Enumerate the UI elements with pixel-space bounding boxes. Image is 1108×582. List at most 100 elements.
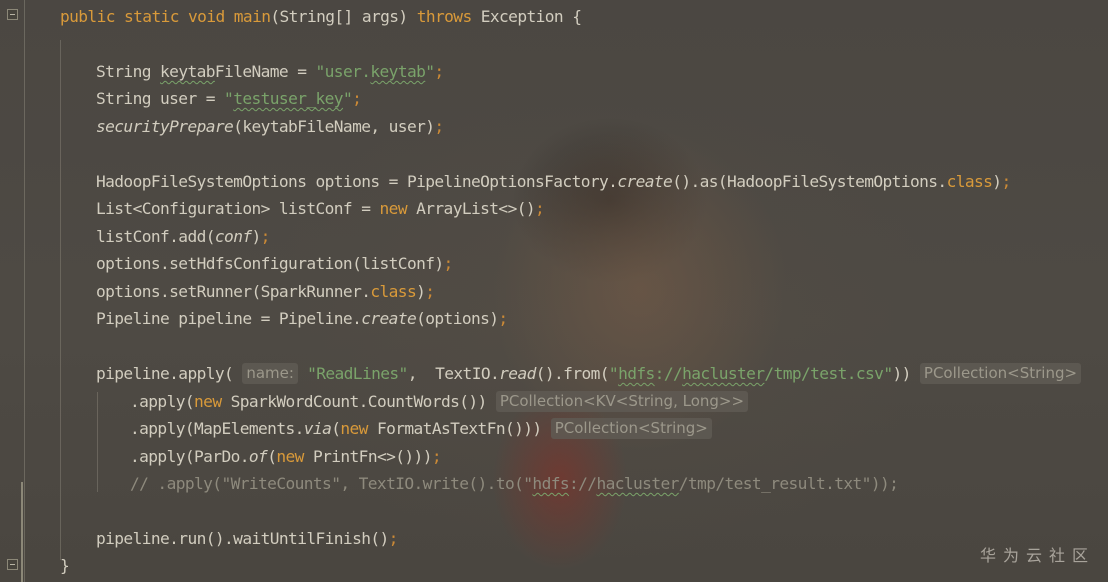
code-token: ; bbox=[425, 282, 435, 301]
code-token: String bbox=[96, 62, 161, 81]
code-token: " bbox=[342, 89, 353, 108]
code-token: hdfs bbox=[618, 364, 655, 383]
code-token: List<Configuration> listConf = bbox=[96, 199, 380, 218]
code-token: ( bbox=[331, 419, 341, 438]
code-token: create bbox=[617, 172, 673, 191]
code-token: class bbox=[946, 172, 993, 191]
editor-gutter bbox=[0, 0, 25, 582]
code-token: listConf.add( bbox=[96, 227, 216, 246]
code-token: options.setHdfsConfiguration(listConf) bbox=[96, 254, 444, 273]
code-line[interactable]: .apply(MapElements.via(new FormatAsTextF… bbox=[130, 415, 712, 442]
code-line[interactable]: .apply(ParDo.of(new PrintFn<>())); bbox=[130, 443, 442, 470]
code-token: "ReadLines" bbox=[297, 364, 408, 383]
code-line[interactable]: // .apply("WriteCounts", TextIO.write().… bbox=[130, 470, 899, 497]
code-token: // .apply("WriteCounts", TextIO.write().… bbox=[130, 474, 533, 493]
code-token: (keytabFileName, user) bbox=[233, 117, 435, 136]
code-token: public static void bbox=[60, 7, 234, 26]
code-token: keytab bbox=[160, 62, 215, 81]
code-token: } bbox=[60, 556, 70, 575]
code-token: FormatAsTextFn())) bbox=[367, 419, 551, 438]
code-editor[interactable]: public static void main(String[] args) t… bbox=[0, 0, 1108, 582]
code-token: create bbox=[361, 309, 417, 328]
code-token: options.setRunner(SparkRunner. bbox=[96, 282, 371, 301]
code-token: )) bbox=[892, 364, 920, 383]
inlay-hint: PCollection<String> bbox=[919, 363, 1082, 384]
code-token: ; bbox=[388, 529, 399, 548]
code-token: new bbox=[379, 199, 408, 218]
code-line[interactable]: String user = "testuser_key"; bbox=[96, 85, 362, 112]
code-token: (options) bbox=[416, 309, 499, 328]
code-token: testuser_key bbox=[233, 89, 343, 108]
inlay-hint: PCollection<KV<String, Long>> bbox=[495, 391, 749, 412]
code-token: ().as(HadoopFileSystemOptions. bbox=[672, 172, 947, 191]
code-token: conf bbox=[214, 227, 252, 246]
code-token: "user. bbox=[315, 62, 371, 81]
code-token: " bbox=[224, 89, 234, 108]
code-line[interactable]: List<Configuration> listConf = new Array… bbox=[96, 195, 545, 222]
code-token: securityPrepare bbox=[96, 117, 234, 136]
code-token: " bbox=[608, 364, 619, 383]
code-token: (String[] args) bbox=[270, 7, 417, 26]
change-marker bbox=[21, 482, 23, 582]
code-line[interactable]: options.setRunner(SparkRunner.class); bbox=[96, 278, 435, 305]
indent-guide bbox=[97, 392, 98, 492]
inlay-hint: name: bbox=[242, 363, 298, 384]
code-token: hdfs bbox=[532, 474, 570, 493]
code-token: of bbox=[248, 447, 268, 466]
code-token: ) bbox=[416, 282, 426, 301]
indent-guide bbox=[60, 40, 61, 560]
watermark: 华为云社区 bbox=[979, 546, 1095, 565]
code-line[interactable]: } bbox=[60, 552, 70, 579]
code-line[interactable]: pipeline.run().waitUntilFinish(); bbox=[96, 525, 398, 552]
code-token: pipeline.apply( bbox=[96, 364, 243, 383]
code-token: new bbox=[340, 419, 368, 438]
code-token: .apply(MapElements. bbox=[130, 419, 304, 438]
code-token: FileName = bbox=[214, 62, 316, 81]
code-token: throws bbox=[416, 7, 472, 26]
code-line[interactable]: String keytabFileName = "user.keytab"; bbox=[96, 58, 444, 85]
code-line[interactable]: public static void main(String[] args) t… bbox=[60, 3, 582, 30]
code-token: Exception { bbox=[471, 7, 582, 26]
code-line[interactable]: listConf.add(conf); bbox=[96, 223, 270, 250]
code-token: class bbox=[370, 282, 417, 301]
code-token: ; bbox=[260, 227, 271, 246]
code-token: read bbox=[499, 364, 536, 383]
code-token: ; bbox=[1001, 172, 1011, 191]
code-token: keytab bbox=[370, 62, 426, 81]
code-token: new bbox=[194, 392, 222, 411]
fold-collapse-icon[interactable] bbox=[7, 9, 18, 20]
code-line[interactable]: Pipeline pipeline = Pipeline.create(opti… bbox=[96, 305, 508, 332]
code-token: new bbox=[276, 447, 304, 466]
code-token: ; bbox=[498, 309, 508, 328]
code-line[interactable]: HadoopFileSystemOptions options = Pipeli… bbox=[96, 168, 1011, 195]
code-token: :// bbox=[654, 364, 683, 383]
code-line[interactable]: pipeline.apply( name: "ReadLines", TextI… bbox=[96, 360, 1082, 387]
code-token: /tmp/test.csv" bbox=[764, 364, 893, 383]
code-token: String user = bbox=[96, 89, 225, 108]
inlay-hint: PCollection<String> bbox=[550, 418, 712, 439]
code-token: via bbox=[303, 419, 332, 438]
code-token: .apply(ParDo. bbox=[130, 447, 250, 466]
code-token: ( bbox=[267, 447, 277, 466]
code-token: ; bbox=[431, 447, 442, 466]
code-line[interactable]: options.setHdfsConfiguration(listConf); bbox=[96, 250, 453, 277]
code-token: ; bbox=[352, 89, 362, 108]
code-token: :// bbox=[569, 474, 597, 493]
code-token: ) bbox=[251, 227, 262, 246]
code-token: hacluster bbox=[596, 474, 679, 493]
code-token: ().from( bbox=[535, 364, 610, 383]
code-token: /tmp/test_result.txt")); bbox=[678, 474, 899, 493]
code-token: ; bbox=[434, 117, 444, 136]
code-token: SparkWordCount.CountWords()) bbox=[221, 392, 496, 411]
code-token: .apply( bbox=[130, 392, 195, 411]
fold-collapse-icon[interactable] bbox=[7, 559, 18, 570]
code-token: PrintFn<>())) bbox=[303, 447, 433, 466]
code-line[interactable]: securityPrepare(keytabFileName, user); bbox=[96, 113, 444, 140]
code-token: hacluster bbox=[682, 364, 765, 383]
code-token: ; bbox=[535, 199, 545, 218]
code-token: main bbox=[233, 7, 271, 26]
code-token: Pipeline pipeline = Pipeline. bbox=[96, 309, 362, 328]
code-token: HadoopFileSystemOptions options = Pipeli… bbox=[96, 172, 618, 191]
code-line[interactable]: .apply(new SparkWordCount.CountWords()) … bbox=[130, 388, 749, 415]
code-token: ; bbox=[443, 254, 454, 273]
